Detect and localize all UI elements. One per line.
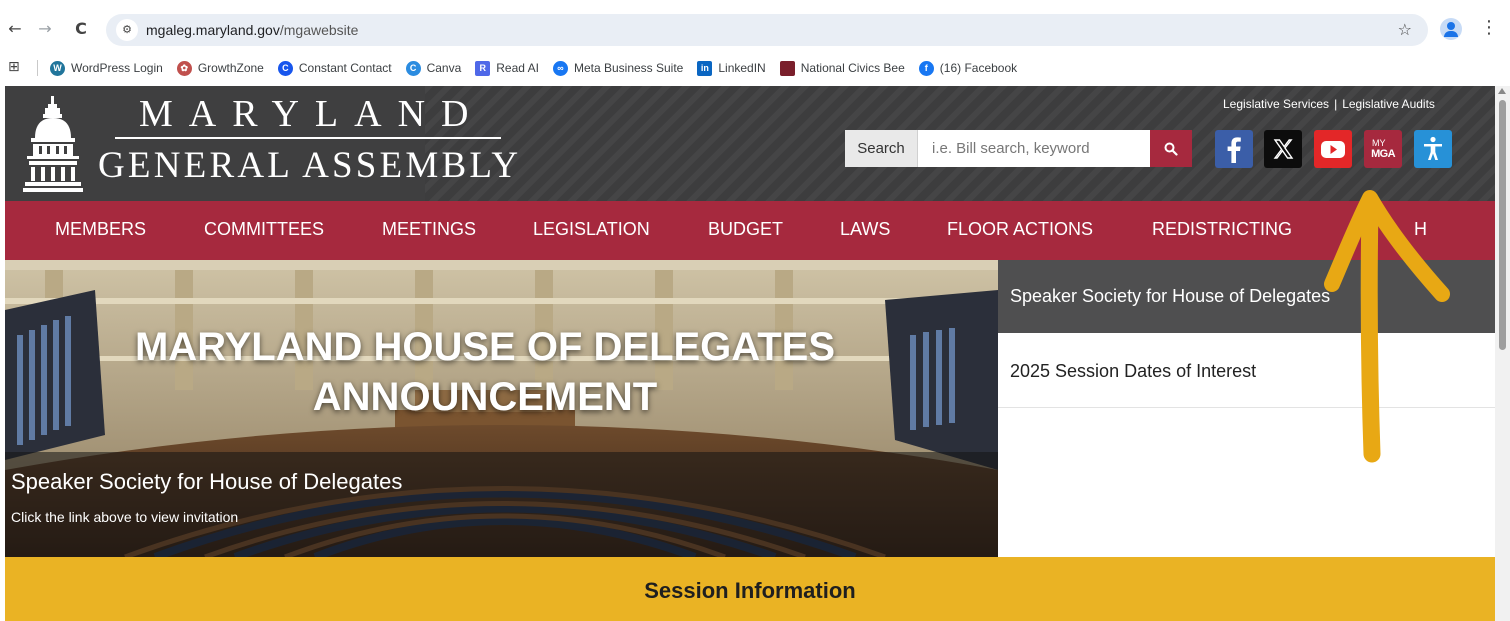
bookmark-label: GrowthZone	[197, 61, 264, 75]
hero-caption-link[interactable]: Speaker Society for House of Delegates	[11, 469, 402, 495]
bookmark-label: Constant Contact	[298, 61, 392, 75]
nav-legislation[interactable]: LEGISLATION	[533, 201, 650, 260]
session-information-heading[interactable]: Session Information	[5, 578, 1495, 604]
bookmarks-divider	[37, 60, 38, 76]
growthzone-icon: ✿	[176, 60, 192, 76]
forward-icon[interactable]: →	[34, 18, 56, 40]
apps-grid-icon[interactable]: ⊞	[8, 59, 24, 75]
search-icon	[1164, 142, 1178, 156]
bookmark-item[interactable]: ∞ Meta Business Suite	[552, 57, 684, 79]
bookmark-item[interactable]: W WordPress Login	[50, 57, 163, 79]
legislative-services-link[interactable]: Legislative Services	[1223, 97, 1329, 111]
main-navigation: MEMBERS COMMITTEES MEETINGS LEGISLATION …	[5, 201, 1495, 260]
youtube-icon	[1321, 141, 1345, 158]
site-header: MARYLAND GENERAL ASSEMBLY Legislative Se…	[5, 86, 1495, 201]
logo-general-assembly-text[interactable]: GENERAL ASSEMBLY	[98, 144, 521, 187]
facebook-icon: f	[918, 60, 934, 76]
scrollbar-thumb[interactable]	[1499, 100, 1506, 350]
browser-menu-icon[interactable]: ⋮	[1480, 16, 1498, 40]
bookmark-label: LinkedIN	[718, 61, 766, 75]
site-info-icon[interactable]: ⚙	[116, 19, 138, 41]
nav-budget[interactable]: BUDGET	[708, 201, 783, 260]
meta-icon: ∞	[552, 60, 568, 76]
scroll-up-arrow-icon[interactable]	[1498, 88, 1506, 94]
bookmark-item[interactable]: C Canva	[405, 57, 462, 79]
x-icon	[1273, 139, 1294, 159]
url-host: mgaleg.maryland.gov	[146, 22, 280, 38]
bookmarks-list: W WordPress Login ✿ GrowthZone C Constant Con…	[50, 57, 1017, 79]
constant-contact-icon: C	[277, 60, 293, 76]
nav-redistricting[interactable]: REDISTRICTING	[1152, 201, 1292, 260]
bookmark-item[interactable]: C Constant Contact	[277, 57, 392, 79]
linkedin-icon: in	[697, 60, 713, 76]
nav-laws[interactable]: LAWS	[840, 201, 890, 260]
bookmark-item[interactable]: f (16) Facebook	[918, 57, 1018, 79]
address-bar[interactable]: ⚙ mgaleg.maryland.gov/mgawebsite ☆	[106, 14, 1428, 46]
bookmark-label: WordPress Login	[71, 61, 163, 75]
utility-links: Legislative Services | Legislative Audits	[1223, 97, 1435, 111]
my-mga-button[interactable]: MY MGA	[1364, 130, 1402, 168]
bookmarks-bar: ⊞ W WordPress Login ✿ GrowthZone C Constant C…	[0, 54, 1510, 82]
bookmark-item[interactable]: ✿ GrowthZone	[176, 57, 264, 79]
canva-icon: C	[405, 60, 421, 76]
bookmark-label: (16) Facebook	[939, 61, 1018, 75]
search-button[interactable]	[1150, 130, 1192, 167]
session-information-bar: Session Information	[5, 557, 1495, 621]
x-button[interactable]	[1264, 130, 1302, 168]
logo-divider	[115, 137, 501, 139]
nav-meetings[interactable]: MEETINGS	[382, 201, 476, 260]
svg-text:MGA: MGA	[1371, 148, 1396, 160]
annotation-arrow-icon	[1324, 190, 1450, 463]
my-mga-icon: MY MGA	[1371, 138, 1396, 160]
nav-members[interactable]: MEMBERS	[55, 201, 146, 260]
bookmark-item[interactable]: R Read AI	[475, 57, 539, 79]
logo-maryland-text[interactable]: MARYLAND	[139, 92, 484, 136]
bookmark-label: Canva	[426, 61, 462, 75]
bookmark-label: National Civics Bee	[800, 61, 905, 75]
reload-icon[interactable]: C	[70, 18, 92, 40]
hero-caption-subtext: Click the link above to view invitation	[11, 509, 239, 525]
hero-slider[interactable]: MARYLAND HOUSE OF DELEGATES ANNOUNCEMENT…	[5, 260, 998, 557]
browser-toolbar: ← → C ⚙ mgaleg.maryland.gov/mgawebsite ☆…	[0, 0, 1510, 56]
read-ai-icon: R	[475, 60, 491, 76]
bookmark-item[interactable]: in LinkedIN	[697, 57, 766, 79]
profile-avatar-icon[interactable]	[1440, 18, 1462, 40]
hero-title: MARYLAND HOUSE OF DELEGATES ANNOUNCEMENT	[134, 325, 836, 419]
accessibility-button[interactable]	[1414, 130, 1452, 168]
bookmark-label: Read AI	[496, 61, 539, 75]
back-icon[interactable]: ←	[4, 18, 26, 40]
legislative-audits-link[interactable]: Legislative Audits	[1342, 97, 1435, 111]
bookmark-star-icon[interactable]: ☆	[1398, 20, 1412, 39]
bookmark-item[interactable]: National Civics Bee	[779, 57, 905, 79]
state-house-dome-logo-icon[interactable]	[23, 94, 83, 194]
facebook-button[interactable]	[1215, 130, 1253, 168]
nav-floor-actions[interactable]: FLOOR ACTIONS	[947, 201, 1093, 260]
accessibility-icon	[1424, 136, 1442, 160]
civics-bee-icon	[779, 60, 795, 76]
search-label: Search	[845, 130, 918, 167]
hero-caption-overlay: Speaker Society for House of Delegates C…	[5, 452, 998, 557]
page-scrollbar[interactable]	[1495, 86, 1510, 621]
url-text[interactable]: mgaleg.maryland.gov/mgawebsite	[146, 22, 358, 38]
nav-committees[interactable]: COMMITTEES	[204, 201, 324, 260]
youtube-button[interactable]	[1314, 130, 1352, 168]
facebook-icon	[1227, 137, 1241, 163]
url-path: /mgawebsite	[279, 22, 359, 38]
svg-text:MY: MY	[1372, 138, 1386, 148]
search-input[interactable]	[918, 130, 1150, 167]
wordpress-icon: W	[50, 60, 65, 76]
bookmark-label: Meta Business Suite	[573, 61, 684, 75]
utility-separator: |	[1334, 97, 1338, 111]
